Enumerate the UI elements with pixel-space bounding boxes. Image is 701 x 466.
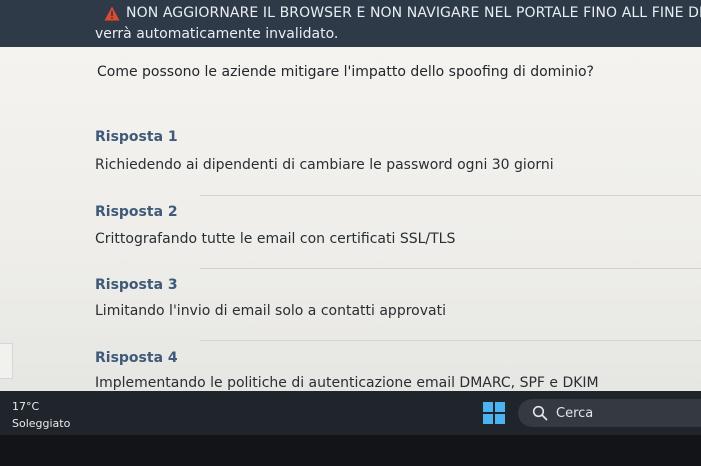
answer-1-title: Risposta 1 xyxy=(95,129,178,145)
answer-divider xyxy=(200,195,701,196)
quiz-panel: Come possono le aziende mitigare l'impat… xyxy=(0,47,701,391)
answer-2-title: Risposta 2 xyxy=(95,204,178,220)
answer-divider xyxy=(200,268,701,269)
banner-warning-line: NON AGGIORNARE IL BROWSER E NON NAVIGARE… xyxy=(104,5,701,21)
warning-triangle-icon xyxy=(104,6,120,20)
left-panel-edge xyxy=(0,343,13,379)
answer-3-option[interactable]: Limitando l'invio di email solo a contat… xyxy=(95,303,446,319)
weather-condition[interactable]: Soleggiato xyxy=(12,417,70,430)
taskbar: 17°C Soleggiato Cerca xyxy=(0,391,701,435)
answer-2-option[interactable]: Crittografando tutte le email con certif… xyxy=(95,231,455,247)
search-label: Cerca xyxy=(556,405,594,421)
warning-banner: NON AGGIORNARE IL BROWSER E NON NAVIGARE… xyxy=(0,0,701,47)
windows-start-icon[interactable] xyxy=(483,402,506,425)
question-text: Come possono le aziende mitigare l'impat… xyxy=(97,64,594,80)
answer-divider xyxy=(200,340,701,341)
answer-1-option[interactable]: Richiedendo ai dipendenti di cambiare le… xyxy=(95,157,554,173)
answer-3-title: Risposta 3 xyxy=(95,277,178,293)
screen-bezel xyxy=(0,435,701,466)
answer-4-title: Risposta 4 xyxy=(95,350,178,366)
banner-warning-text: NON AGGIORNARE IL BROWSER E NON NAVIGARE… xyxy=(126,5,701,21)
search-icon xyxy=(532,405,548,421)
taskbar-search-box[interactable]: Cerca xyxy=(518,399,701,427)
weather-temperature[interactable]: 17°C xyxy=(12,400,39,413)
answer-4-option[interactable]: Implementando le politiche di autenticaz… xyxy=(95,375,599,391)
banner-second-line: verrà automaticamente invalidato. xyxy=(95,26,339,42)
